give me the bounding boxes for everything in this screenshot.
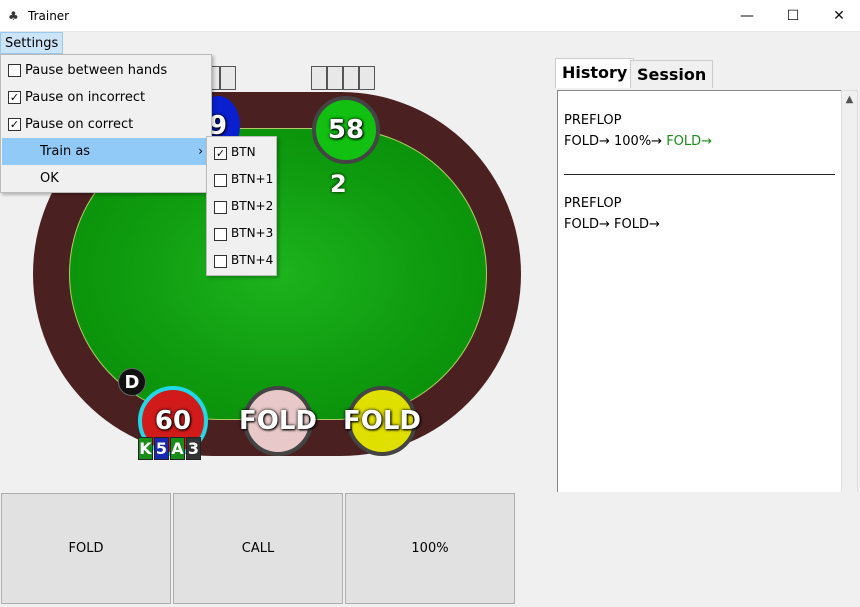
card-slot [327,66,343,90]
close-button[interactable]: ✕ [816,0,860,32]
card-slot [311,66,327,90]
submenu-item-btn2[interactable]: BTN+2 [208,193,276,220]
menu-item-pause-on-correct[interactable]: ✓ Pause on correct [2,111,211,138]
menu-item-label: Pause on correct [25,117,134,132]
checkbox[interactable]: ✓ [214,147,227,160]
tab-session[interactable]: Session [630,60,714,88]
call-button[interactable]: CALL [173,493,343,604]
maximize-button[interactable]: ☐ [770,0,816,32]
window-title: Trainer [28,9,70,23]
history-action-correct: FOLD→ [666,134,713,149]
history-street: PREFLOP [564,113,622,128]
seat-fold: FOLD [343,386,421,456]
fold-button[interactable]: FOLD [1,493,171,604]
settings-dropdown: Pause between hands ✓ Pause on incorrect… [0,54,212,193]
submenu-item-label: BTN+4 [231,253,274,267]
history-actions: FOLD→ 100%→ FOLD→ [564,134,712,149]
history-street: PREFLOP [564,196,622,211]
hero-card: 5 [154,437,169,460]
scroll-up-icon[interactable]: ▲ [842,93,857,107]
checkbox[interactable] [214,201,227,214]
app-icon: ♣ [8,9,19,23]
menu-bar: Settings [0,32,860,54]
history-action: 100%→ [614,134,663,149]
checkbox[interactable]: ✓ [8,91,21,104]
seat-fold: FOLD [239,386,317,456]
menu-item-pause-on-incorrect[interactable]: ✓ Pause on incorrect [2,84,211,111]
pot-amount: 2 [330,170,347,198]
submenu-item-label: BTN+2 [231,199,274,213]
submenu-item-label: BTN+1 [231,172,274,186]
menu-item-ok[interactable]: OK [2,165,211,192]
submenu-item-label: BTN+3 [231,226,274,240]
history-divider [564,174,835,175]
tab-history[interactable]: History [555,58,635,88]
history-action: FOLD→ [564,217,610,232]
history-panel: PREFLOP FOLD→ 100%→ FOLD→ PREFLOP FOLD→ … [557,90,843,494]
checkbox[interactable] [214,255,227,268]
checkbox[interactable]: ✓ [8,118,21,131]
train-as-submenu: ✓ BTN BTN+1 BTN+2 BTN+3 BTN+4 [206,136,277,276]
checkbox[interactable] [214,174,227,187]
card-slot [343,66,359,90]
submenu-item-btn[interactable]: ✓ BTN [208,139,276,166]
history-scrollbar[interactable]: ▲ [841,90,858,494]
dealer-button: D [118,368,146,396]
menu-item-train-as[interactable]: Train as › [2,138,211,165]
menu-item-label: Pause between hands [25,63,168,78]
card-slot [220,66,236,90]
checkbox[interactable] [8,64,21,77]
submenu-item-btn1[interactable]: BTN+1 [208,166,276,193]
card-slot [359,66,375,90]
title-bar: ♣ Trainer — ☐ ✕ [0,0,860,32]
submenu-item-label: BTN [231,145,256,159]
menu-item-label: OK [40,171,59,186]
settings-menu[interactable]: Settings [0,32,64,54]
submenu-item-btn3[interactable]: BTN+3 [208,220,276,247]
seat-stack: 58 [312,96,380,164]
menu-item-label: Train as [40,144,91,159]
hero-card: K [138,437,153,460]
history-action: FOLD→ [564,134,610,149]
history-action: FOLD→ [614,217,660,232]
minimize-button[interactable]: — [724,0,770,32]
chevron-right-icon: › [198,144,203,158]
hero-card: A [170,437,185,460]
menu-item-label: Pause on incorrect [25,90,146,105]
checkbox[interactable] [214,228,227,241]
history-actions: FOLD→ FOLD→ [564,217,660,232]
hero-card: 3 [186,437,201,460]
raise-100-button[interactable]: 100% [345,493,515,604]
submenu-item-btn4[interactable]: BTN+4 [208,247,276,274]
menu-item-pause-between-hands[interactable]: Pause between hands [2,57,211,84]
